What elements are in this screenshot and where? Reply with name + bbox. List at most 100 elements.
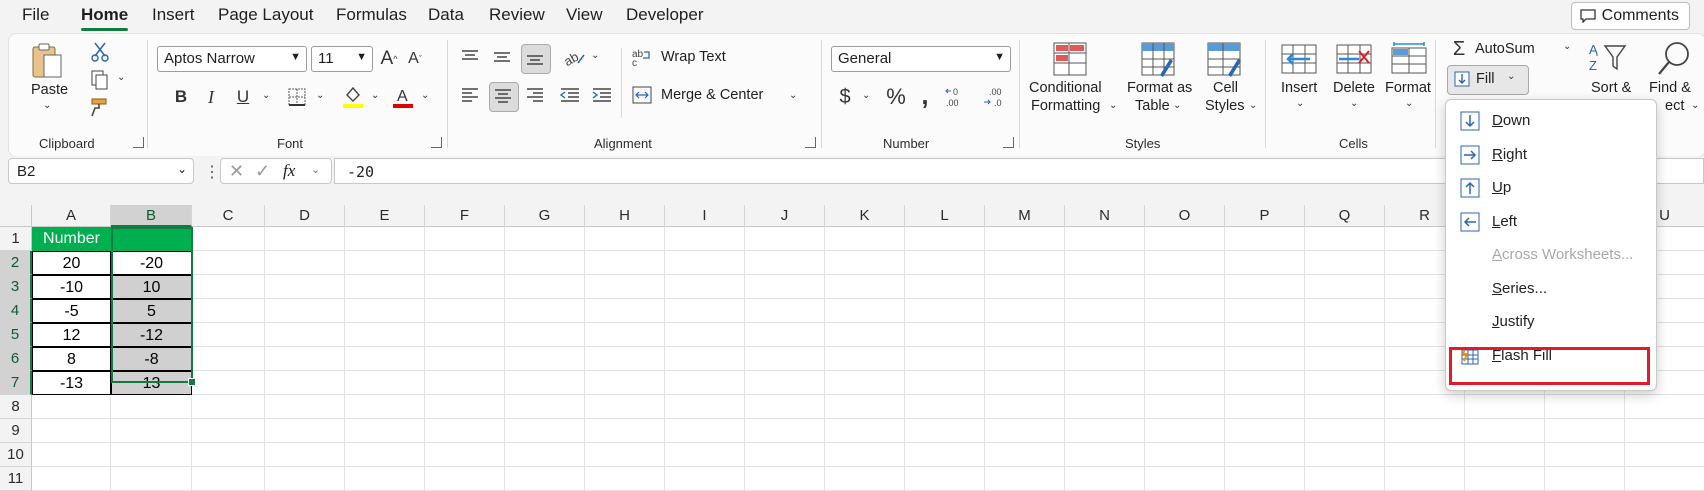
comma-style-icon[interactable]: , [915, 80, 935, 110]
cell-a7[interactable]: -13 [32, 371, 111, 395]
merge-center-label[interactable]: Merge & Center [661, 87, 763, 103]
cell-b6[interactable]: -8 [111, 347, 192, 371]
orientation-chevron-icon[interactable]: ⌄ [591, 50, 599, 61]
select-all-corner[interactable] [0, 205, 32, 227]
fill-menu-item-down[interactable]: Down [1446, 104, 1656, 138]
row-header-2[interactable]: 2 [0, 251, 32, 275]
merge-chevron-icon[interactable]: ⌄ [789, 90, 797, 101]
conditional-formatting-label-2[interactable]: Formatting [1031, 98, 1100, 114]
underline-chevron-icon[interactable]: ⌄ [262, 90, 270, 101]
column-header-f[interactable]: F [425, 205, 505, 227]
tab-formulas[interactable]: Formulas [336, 5, 407, 25]
sort-filter-label[interactable]: Sort & [1591, 80, 1631, 96]
format-chevron-icon[interactable]: ⌄ [1405, 98, 1413, 109]
tab-review[interactable]: Review [489, 5, 545, 25]
tab-insert[interactable]: Insert [152, 5, 195, 25]
cell-b3[interactable]: 10 [111, 275, 192, 299]
currency-chevron-icon[interactable]: ⌄ [862, 90, 870, 101]
chevron-down-icon[interactable]: ⌄ [177, 162, 187, 176]
row-header-7[interactable]: 7 [0, 371, 32, 395]
cell-a6[interactable]: 8 [32, 347, 111, 371]
format-label[interactable]: Format [1385, 80, 1431, 96]
decrease-font-icon[interactable]: Aˇ [403, 46, 427, 72]
tab-file[interactable]: File [22, 5, 49, 25]
fill-color-chevron-icon[interactable]: ⌄ [371, 90, 379, 101]
format-as-table-label-2[interactable]: Table [1135, 98, 1170, 114]
percent-icon[interactable]: % [883, 84, 909, 110]
column-header-m[interactable]: M [985, 205, 1065, 227]
column-header-g[interactable]: G [505, 205, 585, 227]
delete-cells-icon[interactable] [1334, 42, 1374, 76]
delete-chevron-icon[interactable]: ⌄ [1350, 98, 1358, 109]
paste-label[interactable]: Paste [31, 82, 68, 98]
cell-a1[interactable]: Number [32, 227, 111, 251]
merge-center-icon[interactable] [631, 84, 653, 106]
font-color-icon[interactable]: A [391, 84, 415, 110]
orientation-icon[interactable]: ab [561, 44, 587, 70]
wrap-text-label[interactable]: Wrap Text [661, 49, 726, 65]
format-cells-icon[interactable] [1389, 40, 1429, 76]
enter-icon[interactable]: ✓ [255, 161, 270, 182]
tab-view[interactable]: View [566, 5, 603, 25]
decrease-indent-icon[interactable] [559, 84, 581, 106]
column-header-k[interactable]: K [825, 205, 905, 227]
font-name-select[interactable]: Aptos Narrow ▼ [157, 46, 307, 72]
wrap-text-icon[interactable]: ab c [631, 46, 653, 68]
find-chevron-icon[interactable]: ⌄ [1691, 100, 1699, 111]
alignment-launcher-icon[interactable] [805, 137, 816, 148]
cell-a5[interactable]: 12 [32, 323, 111, 347]
font-size-select[interactable]: 11 ▼ [311, 46, 373, 72]
insert-cells-icon[interactable] [1279, 42, 1319, 76]
format-painter-icon[interactable] [89, 96, 111, 118]
column-header-n[interactable]: N [1065, 205, 1145, 227]
cell-a2[interactable]: 20 [32, 251, 111, 275]
insert-function-icon[interactable]: fx [283, 161, 295, 181]
tab-developer[interactable]: Developer [626, 5, 704, 25]
column-header-j[interactable]: J [745, 205, 825, 227]
column-header-q[interactable]: Q [1305, 205, 1385, 227]
chevron-down-icon[interactable]: ⌄ [311, 163, 320, 176]
autosum-icon[interactable]: Σ [1449, 38, 1469, 60]
row-header-8[interactable]: 8 [0, 395, 32, 419]
row-header-5[interactable]: 5 [0, 323, 32, 347]
increase-indent-icon[interactable] [591, 84, 613, 106]
copy-chevron-icon[interactable]: ⌄ [117, 72, 125, 83]
column-header-i[interactable]: I [665, 205, 745, 227]
cell-a4[interactable]: -5 [32, 299, 111, 323]
column-header-h[interactable]: H [585, 205, 665, 227]
find-select-label-2[interactable]: ect [1665, 98, 1684, 114]
column-header-o[interactable]: O [1145, 205, 1225, 227]
row-header-3[interactable]: 3 [0, 275, 32, 299]
paste-icon[interactable] [29, 40, 65, 82]
cut-icon[interactable] [89, 42, 111, 62]
clipboard-launcher-icon[interactable] [133, 137, 144, 148]
borders-chevron-icon[interactable]: ⌄ [316, 90, 324, 101]
insert-label[interactable]: Insert [1281, 80, 1317, 96]
name-box[interactable]: B2 ⌄ [8, 158, 194, 184]
left-align-icon[interactable] [459, 84, 481, 106]
conditional-formatting-label-1[interactable]: Conditional [1029, 80, 1102, 96]
column-header-c[interactable]: C [192, 205, 265, 227]
find-select-icon[interactable] [1657, 40, 1693, 76]
cell-styles-label-2[interactable]: Styles [1205, 98, 1245, 114]
cell-a3[interactable]: -10 [32, 275, 111, 299]
more-options-icon[interactable]: ⋮ [204, 162, 220, 182]
fill-menu-item-series[interactable]: Series... [1446, 272, 1656, 306]
conditional-chevron-icon[interactable]: ⌄ [1109, 100, 1117, 111]
increase-font-icon[interactable]: A ^ [377, 46, 401, 72]
copy-icon[interactable] [89, 70, 111, 90]
tab-home[interactable]: Home [81, 5, 129, 31]
conditional-formatting-icon[interactable] [1051, 40, 1089, 78]
column-header-l[interactable]: L [905, 205, 985, 227]
middle-align-icon[interactable] [491, 46, 513, 68]
number-format-select[interactable]: General ▼ [831, 46, 1011, 72]
format-as-table-label-1[interactable]: Format as [1127, 80, 1192, 96]
column-header-b[interactable]: B [111, 205, 192, 227]
font-launcher-icon[interactable] [431, 137, 442, 148]
delete-label[interactable]: Delete [1333, 80, 1375, 96]
autosum-chevron-icon[interactable]: ⌄ [1563, 41, 1571, 52]
tab-page-layout[interactable]: Page Layout [218, 5, 313, 25]
column-header-a[interactable]: A [32, 205, 111, 227]
font-color-chevron-icon[interactable]: ⌄ [421, 90, 429, 101]
column-header-d[interactable]: D [265, 205, 345, 227]
